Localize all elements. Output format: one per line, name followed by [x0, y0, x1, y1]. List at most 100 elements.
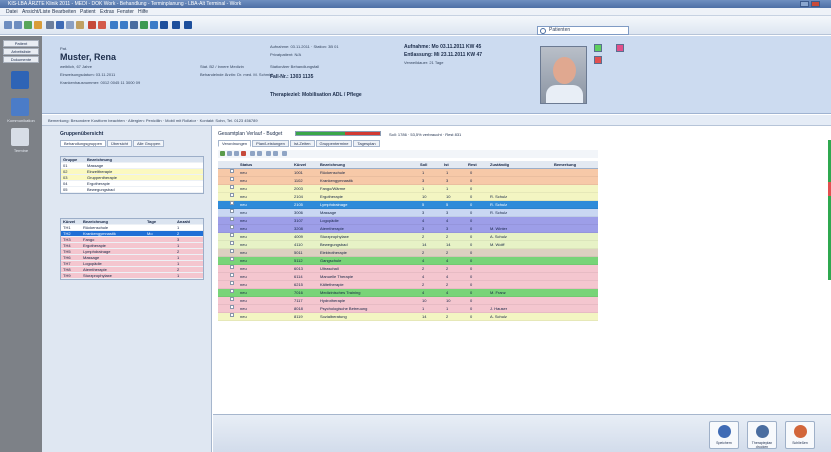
table-row[interactable]: neu 5112 Gangschule 4 4 0: [218, 257, 598, 265]
close-button[interactable]: [811, 1, 820, 7]
row-checkbox[interactable]: [230, 305, 234, 309]
row-checkbox[interactable]: [230, 209, 234, 213]
tab-actual-times[interactable]: Ist-Zeiten: [289, 140, 315, 147]
row-checkbox[interactable]: [230, 265, 234, 269]
calendar-nav-icon[interactable]: [11, 128, 29, 146]
print-therapy-plan-button[interactable]: Therapieplan drucken: [747, 421, 777, 449]
menu-item-patient[interactable]: Patient: [80, 9, 96, 15]
home-icon[interactable]: [34, 21, 42, 29]
table-row[interactable]: neu 1001 Rückenschule 1 1 0: [218, 169, 598, 177]
table-row[interactable]: neu 7117 Hydrotherapie 10 10 0: [218, 297, 598, 305]
nav-tab-worklist[interactable]: Arbeitsliste: [3, 48, 39, 55]
column-header-status[interactable]: Status: [240, 161, 252, 169]
minimize-button[interactable]: [800, 1, 809, 7]
table-row[interactable]: neu 3006 Massage 3 3 0 R. Schulz: [218, 209, 598, 217]
tab-all-groups[interactable]: Alle Gruppen: [132, 140, 165, 147]
row-checkbox[interactable]: [230, 297, 234, 301]
copy-icon[interactable]: [66, 21, 74, 29]
delete-row-icon[interactable]: [241, 151, 246, 156]
tab-treatment-groups[interactable]: Behandlungsgruppen: [60, 140, 107, 147]
calendar-icon[interactable]: [98, 21, 106, 29]
table-row[interactable]: neu 6215 Kältetherapie 2 2 0: [218, 281, 598, 289]
row-checkbox[interactable]: [230, 273, 234, 277]
table-row[interactable]: neu 4009 Sturzprophylaxe 2 2 0 A. Schulz: [218, 233, 598, 241]
move-down-icon[interactable]: [273, 151, 278, 156]
column-header-responsible[interactable]: Zuständig: [490, 161, 509, 169]
tab-group-appointments[interactable]: Gruppentermine: [315, 140, 353, 147]
back-icon[interactable]: [4, 21, 12, 29]
row-checkbox[interactable]: [230, 313, 234, 317]
column-header-remaining[interactable]: Rest: [468, 161, 477, 169]
tab-overview[interactable]: Übersicht: [107, 140, 132, 147]
add-icon[interactable]: [220, 151, 225, 156]
filter-icon[interactable]: [257, 151, 262, 156]
table-row[interactable]: neu 6114 Manuelle Therapie 4 4 0: [218, 273, 598, 281]
help-icon[interactable]: [184, 21, 192, 29]
paste-icon[interactable]: [76, 21, 84, 29]
search-input[interactable]: Patienten: [537, 26, 629, 35]
table-row[interactable]: neu 4110 Bewegungsbad 14 14 0 M. Wolff: [218, 241, 598, 249]
table-row[interactable]: neu 5011 Elektrotherapie 2 2 0: [218, 249, 598, 257]
row-checkbox[interactable]: [230, 193, 234, 197]
tab-prescriptions[interactable]: Verordnungen: [218, 140, 252, 147]
menu-item-window[interactable]: Fenster: [117, 9, 134, 15]
column-header-actual[interactable]: Ist: [444, 161, 449, 169]
table-row[interactable]: neu 8119 Sozialberatung 14 2 0 A. Schulz: [218, 313, 598, 321]
column-header-description[interactable]: Bezeichnung: [320, 161, 345, 169]
table-row[interactable]: neu 6013 Ultraschall 2 2 0: [218, 265, 598, 273]
report-icon[interactable]: [160, 21, 168, 29]
table-row[interactable]: neu 7016 Medizinisches Training 4 4 0 M. Franz: [218, 289, 598, 297]
status-pink-square[interactable]: [616, 44, 624, 52]
row-checkbox[interactable]: [230, 257, 234, 261]
menu-item-help[interactable]: Hilfe: [138, 9, 148, 15]
menu-item-extras[interactable]: Extras: [100, 9, 114, 15]
delete-icon[interactable]: [88, 21, 96, 29]
table-row[interactable]: neu 3208 Atemtherapie 3 3 0 M. Winter: [218, 225, 598, 233]
user-icon[interactable]: [120, 21, 128, 29]
refresh-icon[interactable]: [24, 21, 32, 29]
table-row[interactable]: neu 2104 Ergotherapie 10 10 0 R. Schulz: [218, 193, 598, 201]
lab-icon[interactable]: [150, 21, 158, 29]
status-green-square[interactable]: [594, 44, 602, 52]
print-icon[interactable]: [46, 21, 54, 29]
therapy-row[interactable]: TH9 Sturzprophylaxe 1: [61, 273, 203, 279]
tab-day-plan[interactable]: Tagesplan: [353, 140, 380, 147]
forward-icon[interactable]: [14, 21, 22, 29]
row-checkbox[interactable]: [230, 225, 234, 229]
save-icon[interactable]: [56, 21, 64, 29]
row-checkbox[interactable]: [230, 233, 234, 237]
table-row[interactable]: neu 3107 Logopädie 4 4 0: [218, 217, 598, 225]
row-checkbox[interactable]: [230, 177, 234, 181]
column-header-code[interactable]: Kürzel: [294, 161, 306, 169]
worklist-icon[interactable]: [11, 71, 29, 89]
document-icon[interactable]: [130, 21, 138, 29]
menu-item-file[interactable]: Datei: [6, 9, 18, 15]
status-red-square[interactable]: [594, 56, 602, 64]
nav-tab-documents[interactable]: Dokumente: [3, 56, 39, 63]
row-checkbox[interactable]: [230, 289, 234, 293]
chart-icon[interactable]: [140, 21, 148, 29]
menu-item-edit[interactable]: Bearbeiten: [52, 9, 76, 15]
save-button[interactable]: Speichern: [709, 421, 739, 449]
tab-plan-services[interactable]: Plan/Leistungen: [252, 140, 289, 147]
mail-icon[interactable]: [110, 21, 118, 29]
table-row[interactable]: neu 1102 Krankengymnastik 3 3 0: [218, 177, 598, 185]
nav-tab-patient[interactable]: Patient: [3, 40, 39, 47]
copy-row-icon[interactable]: [234, 151, 239, 156]
menu-item-view[interactable]: Ansicht/Liste: [22, 9, 50, 15]
refresh-plan-icon[interactable]: [282, 151, 287, 156]
table-row[interactable]: neu 2105 Lymphdrainage 5 5 0 R. Schulz: [218, 201, 598, 209]
row-checkbox[interactable]: [230, 281, 234, 285]
column-header-planned[interactable]: Soll: [420, 161, 427, 169]
close-dialog-button[interactable]: Schließen: [785, 421, 815, 449]
print-plan-icon[interactable]: [250, 151, 255, 156]
row-checkbox[interactable]: [230, 169, 234, 173]
row-checkbox[interactable]: [230, 185, 234, 189]
table-row[interactable]: neu 2003 Fango/Wärme 1 1 0: [218, 185, 598, 193]
row-checkbox[interactable]: [230, 201, 234, 205]
group-row[interactable]: 05 Bewegungsbad: [61, 187, 203, 193]
row-checkbox[interactable]: [230, 249, 234, 253]
edit-icon[interactable]: [227, 151, 232, 156]
column-header-remark[interactable]: Bemerkung: [554, 161, 576, 169]
row-checkbox[interactable]: [230, 217, 234, 221]
